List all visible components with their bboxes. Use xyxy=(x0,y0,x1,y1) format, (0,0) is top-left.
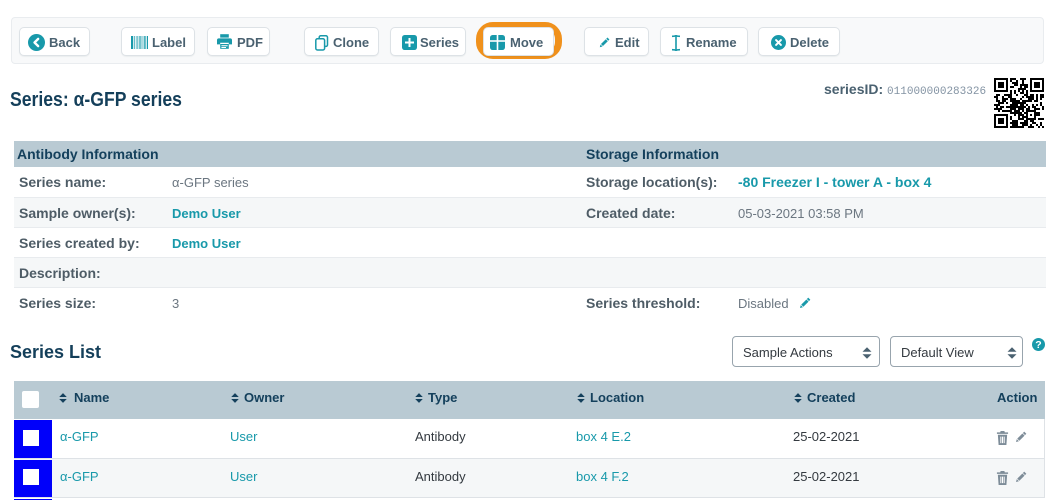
svg-text:?: ? xyxy=(1035,339,1041,351)
